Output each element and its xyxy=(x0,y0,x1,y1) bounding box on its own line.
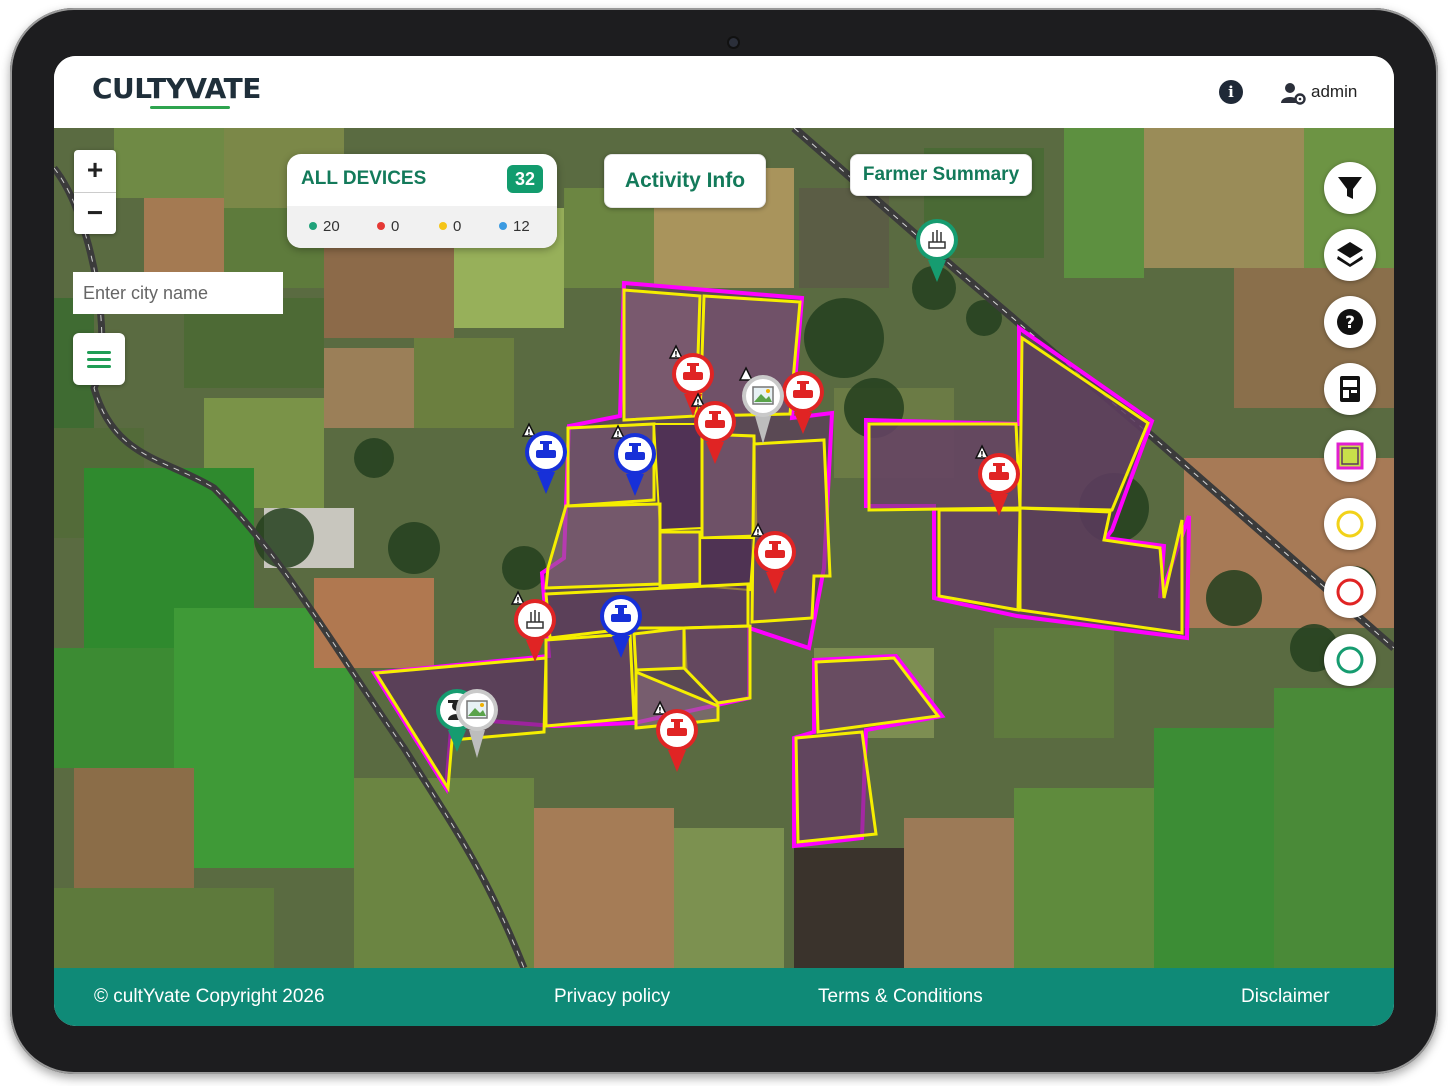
svg-text:!: ! xyxy=(696,398,700,407)
svg-text:!: ! xyxy=(527,428,531,437)
green-filter-button[interactable] xyxy=(1324,634,1376,686)
svg-text:!: ! xyxy=(516,596,520,605)
report-button[interactable] xyxy=(1324,363,1376,415)
yellow-filter-button[interactable] xyxy=(1324,498,1376,550)
polygon-select-icon xyxy=(1336,442,1364,470)
app-screen: CULTYVATE i admin + − Enter city name AL… xyxy=(54,56,1394,1026)
camera xyxy=(729,38,738,47)
header: CULTYVATE i admin xyxy=(54,56,1394,128)
stat-yellow: 0 xyxy=(439,218,461,235)
hamburger-icon xyxy=(87,351,111,354)
menu-button[interactable] xyxy=(73,333,125,385)
help-button[interactable]: ? xyxy=(1324,296,1376,348)
help-icon: ? xyxy=(1337,309,1363,335)
green-ring-icon xyxy=(1336,646,1364,674)
valve-pin-red[interactable]: ! xyxy=(750,520,800,596)
footer: © cultYvate Copyright 2026 Privacy polic… xyxy=(54,968,1394,1026)
svg-text:!: ! xyxy=(980,450,984,459)
stat-green: 20 xyxy=(309,218,340,235)
valve-pin-blue[interactable]: ! xyxy=(521,420,571,496)
map[interactable]: + − ALL DEVICES 32 20 0 0 12 Activity In… xyxy=(54,128,1394,968)
red-filter-button[interactable] xyxy=(1324,566,1376,618)
layers-icon xyxy=(1337,242,1363,267)
devices-count-badge: 32 xyxy=(507,165,543,193)
zoom-control: + − xyxy=(74,150,116,234)
valve-pin-blue[interactable]: ! xyxy=(610,422,660,498)
polygon-select-button[interactable] xyxy=(1324,430,1376,482)
yellow-ring-icon xyxy=(1336,510,1364,538)
copyright-text: © cultYvate Copyright 2026 xyxy=(94,986,325,1007)
layers-button[interactable] xyxy=(1324,229,1376,281)
sensor-pin-red[interactable]: ! xyxy=(510,588,560,664)
svg-text:!: ! xyxy=(658,706,662,715)
sensor-pin-green[interactable] xyxy=(912,208,962,284)
user-gear-icon[interactable] xyxy=(1280,80,1306,106)
info-icon[interactable]: i xyxy=(1219,80,1243,104)
logo[interactable]: CULTYVATE xyxy=(92,72,261,105)
svg-text:!: ! xyxy=(756,528,760,537)
svg-text:!: ! xyxy=(616,430,620,439)
svg-text:?: ? xyxy=(1345,313,1355,333)
valve-pin-blue[interactable] xyxy=(596,584,646,660)
user-name[interactable]: admin xyxy=(1311,82,1357,102)
logo-underline xyxy=(150,106,230,109)
zoom-in-button[interactable]: + xyxy=(74,150,116,193)
devices-card[interactable]: ALL DEVICES 32 20 0 0 12 xyxy=(287,154,557,248)
disclaimer-link[interactable]: Disclaimer xyxy=(1241,986,1330,1008)
image-pin[interactable] xyxy=(452,678,502,760)
activity-info-button[interactable]: Activity Info xyxy=(604,154,766,208)
image-icon xyxy=(752,386,774,405)
satellite-map[interactable] xyxy=(54,128,1394,968)
filter-button[interactable] xyxy=(1324,162,1376,214)
stat-red: 0 xyxy=(377,218,399,235)
zoom-out-button[interactable]: − xyxy=(74,193,116,235)
valve-pin-red[interactable]: ! xyxy=(974,442,1024,518)
report-icon xyxy=(1340,376,1360,402)
privacy-link[interactable]: Privacy policy xyxy=(554,986,670,1008)
svg-text:!: ! xyxy=(674,350,678,359)
devices-title: ALL DEVICES xyxy=(301,168,427,189)
city-search-input[interactable] xyxy=(73,272,283,314)
image-pin[interactable] xyxy=(738,364,788,446)
terms-link[interactable]: Terms & Conditions xyxy=(818,986,983,1008)
red-ring-icon xyxy=(1336,578,1364,606)
valve-pin-red[interactable]: ! xyxy=(652,698,702,774)
filter-icon xyxy=(1338,177,1362,199)
stat-blue: 12 xyxy=(499,218,530,235)
image-icon xyxy=(466,700,488,719)
farmer-summary-button[interactable]: Farmer Summary xyxy=(850,154,1032,196)
valve-pin-red[interactable]: ! xyxy=(690,390,740,466)
devices-stats: 20 0 0 12 xyxy=(287,206,557,248)
